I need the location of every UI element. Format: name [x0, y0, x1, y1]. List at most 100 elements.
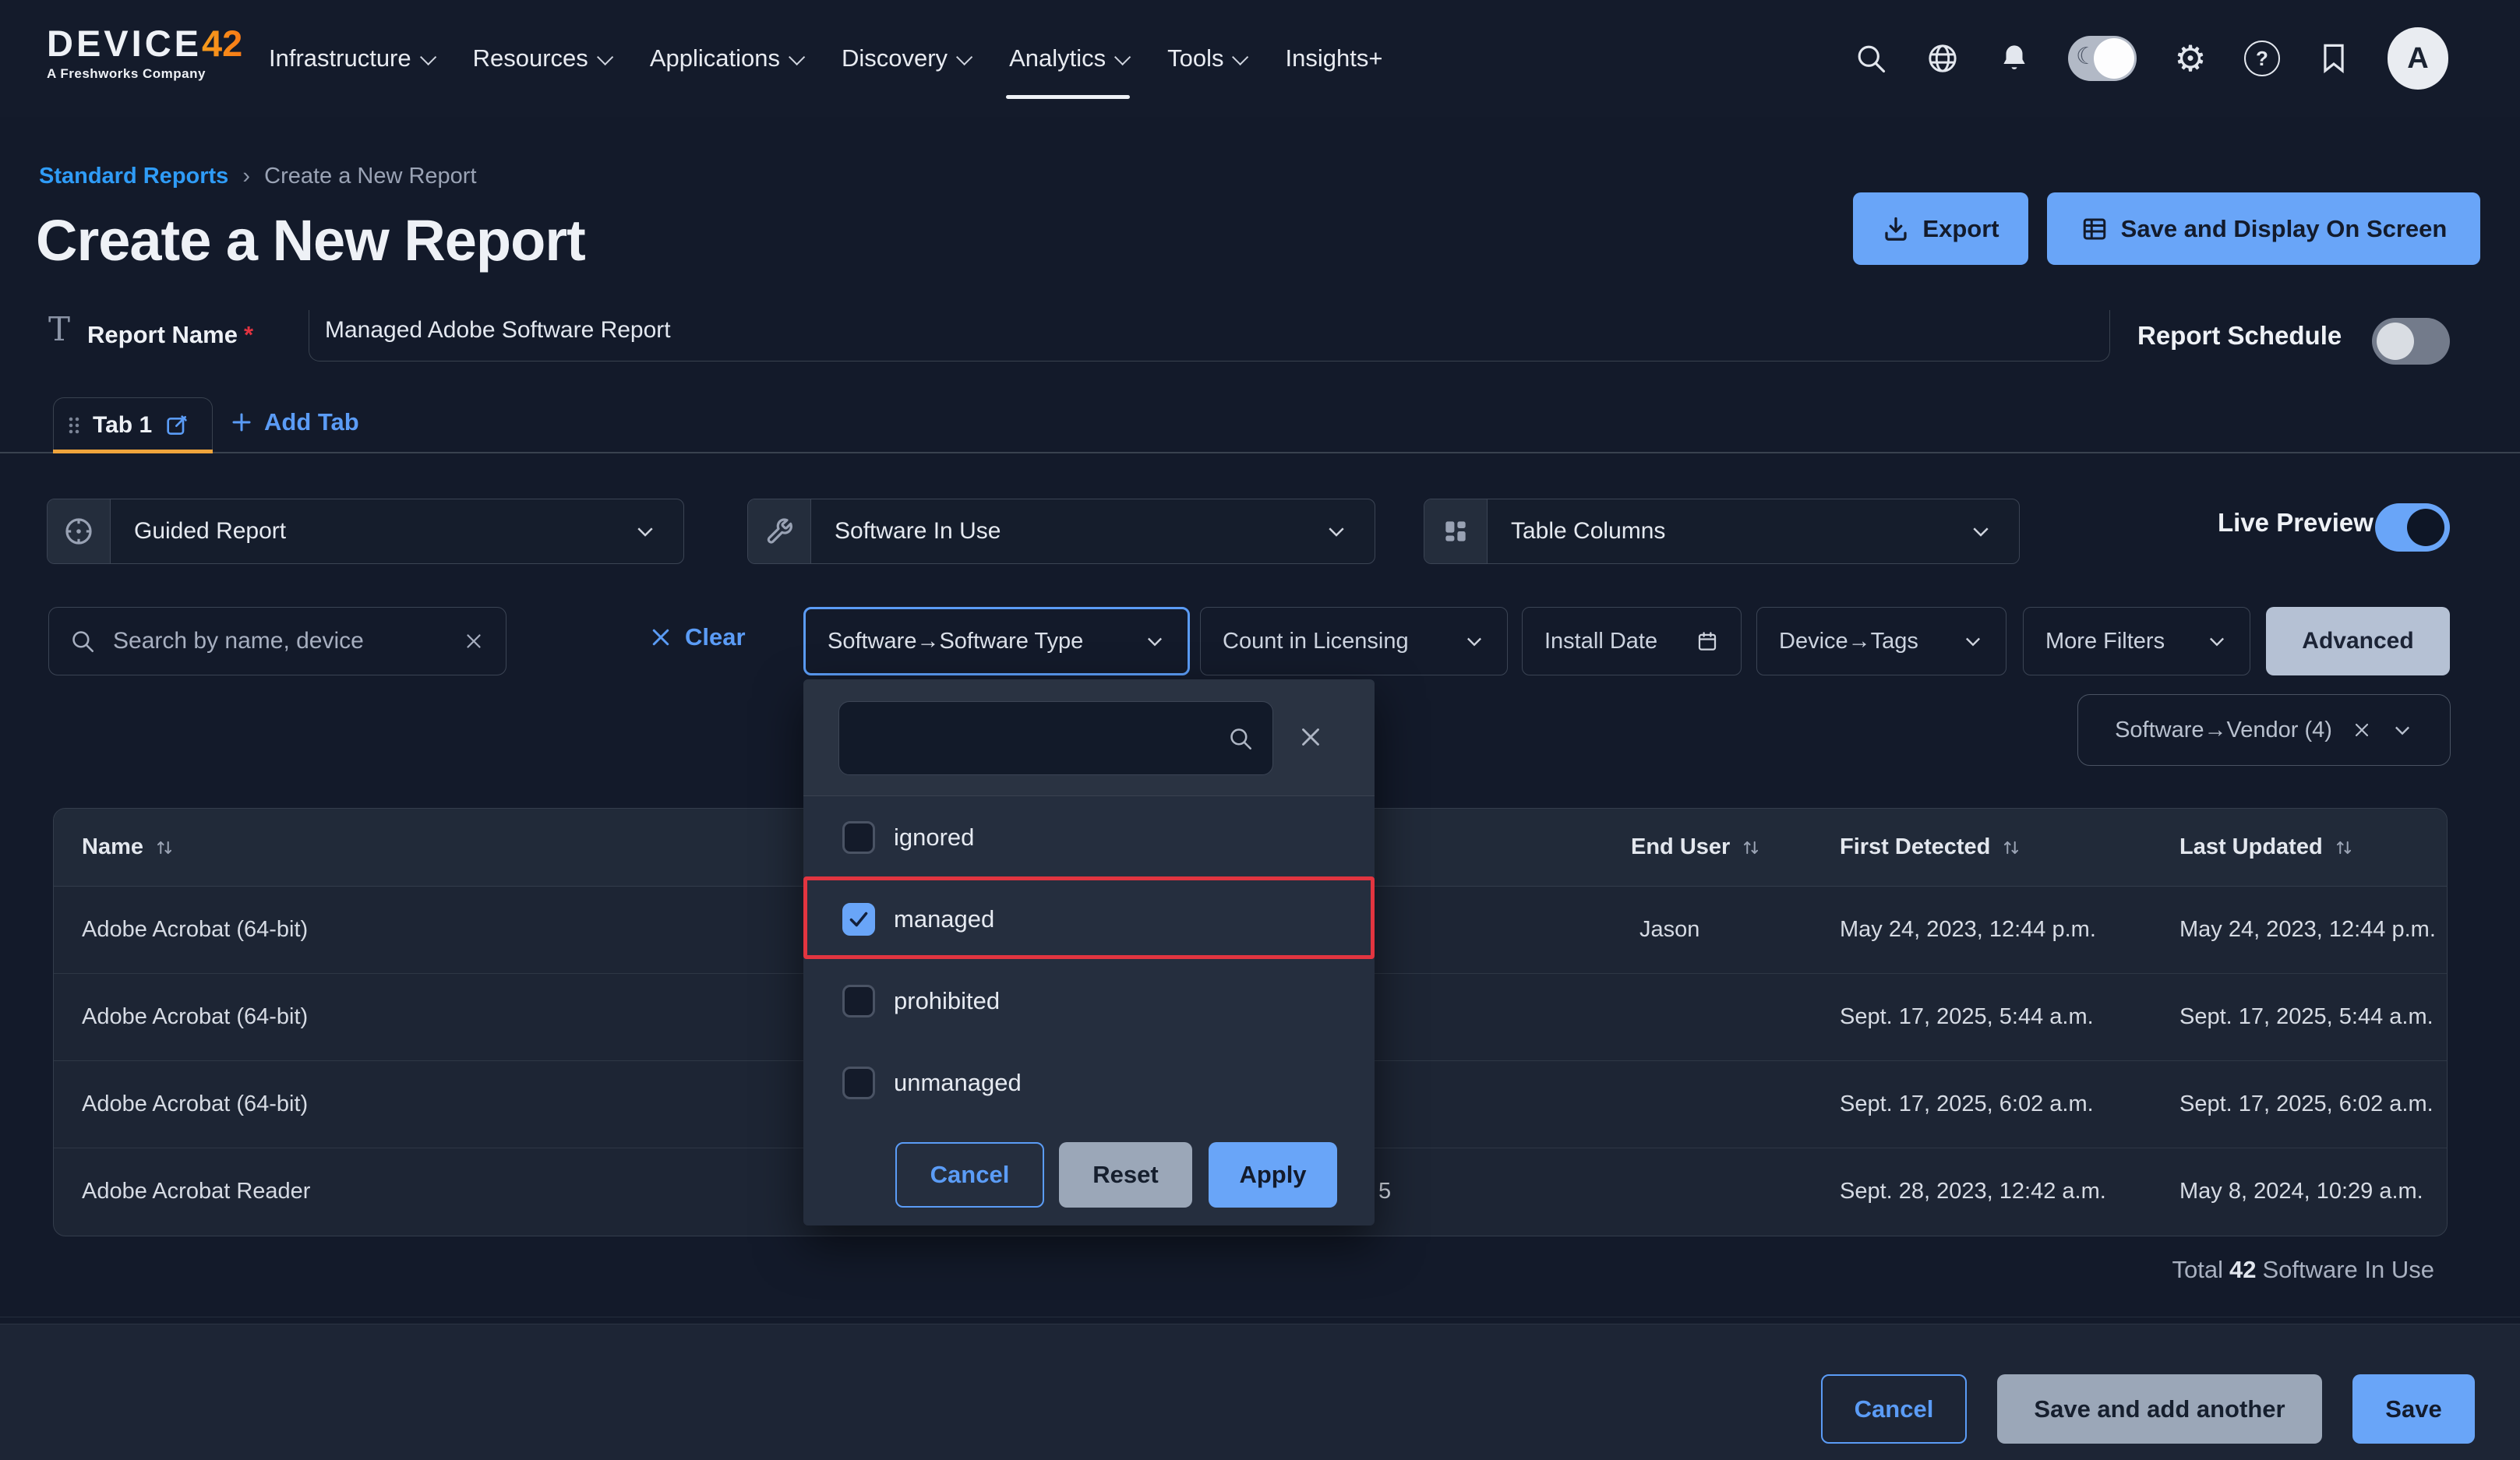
- close-dropdown-icon[interactable]: [1296, 722, 1325, 752]
- filter-more-filters[interactable]: More Filters: [2023, 607, 2250, 675]
- chevron-down-icon: [634, 499, 683, 563]
- report-name-label: Report Name*: [87, 321, 253, 349]
- column-header-name[interactable]: Name: [82, 809, 175, 886]
- chevron-down-icon: [420, 48, 436, 65]
- filter-device-tags[interactable]: Device→Tags: [1756, 607, 2006, 675]
- add-tab-button[interactable]: Add Tab: [230, 408, 359, 436]
- live-preview-toggle[interactable]: [2375, 503, 2450, 552]
- report-schedule-label: Report Schedule: [2137, 321, 2342, 351]
- brand-logo[interactable]: DEVICE42 A Freshworks Company: [47, 22, 242, 82]
- calendar-icon: [1696, 629, 1719, 653]
- checkbox-unchecked[interactable]: [842, 821, 875, 854]
- total-count-text: Total42Software In Use: [2172, 1256, 2434, 1284]
- checkbox-checked[interactable]: [842, 903, 875, 936]
- advanced-filters-button[interactable]: Advanced: [2266, 607, 2450, 675]
- filter-install-date[interactable]: Install Date: [1522, 607, 1742, 675]
- nav-item-analytics[interactable]: Analytics: [1009, 44, 1127, 72]
- logo-number: 42: [202, 22, 242, 65]
- rename-tab-icon[interactable]: [164, 413, 189, 438]
- clear-filters-button[interactable]: Clear: [649, 623, 746, 651]
- settings-gear-icon[interactable]: ⚙: [2172, 41, 2208, 76]
- search-icon: [69, 628, 96, 654]
- search-icon[interactable]: [1853, 41, 1889, 76]
- column-header-last-updated[interactable]: Last Updated: [2179, 809, 2354, 886]
- option-ignored[interactable]: ignored: [803, 796, 1375, 878]
- drag-handle-icon[interactable]: [68, 415, 80, 436]
- data-source-select[interactable]: Software In Use: [747, 499, 1375, 564]
- export-button[interactable]: Export: [1853, 192, 2028, 265]
- cell-partially-hidden-value: 5: [1378, 1148, 1391, 1235]
- report-type-select[interactable]: Guided Report: [47, 499, 684, 564]
- sort-icon[interactable]: [2334, 838, 2354, 858]
- chevron-down-icon: [1463, 630, 1485, 652]
- logo-text: DEVICE: [47, 22, 202, 65]
- sort-icon[interactable]: [1741, 838, 1761, 858]
- save-and-display-button[interactable]: Save and Display On Screen: [2047, 192, 2480, 265]
- nav-item-discovery[interactable]: Discovery: [842, 44, 969, 72]
- filter-software-type[interactable]: Software→Software Type: [803, 607, 1190, 675]
- report-name-input[interactable]: [309, 310, 2110, 361]
- table-icon: [2081, 215, 2109, 243]
- breadcrumb-standard-reports[interactable]: Standard Reports: [39, 164, 228, 189]
- bookmark-icon[interactable]: [2316, 41, 2352, 76]
- option-unmanaged[interactable]: unmanaged: [803, 1042, 1375, 1123]
- cell-name: Adobe Acrobat (64-bit): [82, 1061, 308, 1148]
- cell-first-detected: Sept. 17, 2025, 5:44 a.m.: [1840, 974, 2094, 1060]
- download-icon: [1882, 215, 1910, 243]
- table-columns-icon: [1424, 499, 1488, 563]
- nav-item-tools[interactable]: Tools: [1167, 44, 1244, 72]
- dropdown-search-input[interactable]: [858, 725, 1227, 753]
- option-prohibited[interactable]: prohibited: [803, 960, 1375, 1042]
- nav-item-infrastructure[interactable]: Infrastructure: [269, 44, 432, 72]
- clear-search-icon[interactable]: [462, 629, 485, 653]
- chevron-down-icon: [1325, 499, 1375, 563]
- dropdown-apply-button[interactable]: Apply: [1209, 1142, 1337, 1208]
- report-schedule-toggle[interactable]: [2372, 318, 2450, 365]
- dropdown-search-box[interactable]: [838, 701, 1273, 775]
- remove-chip-icon[interactable]: [2351, 719, 2373, 741]
- software-type-dropdown-panel: ignored managed prohibited unmanaged Can…: [803, 679, 1375, 1225]
- cell-last-updated: Sept. 17, 2025, 6:02 a.m.: [2179, 1061, 2448, 1148]
- breadcrumb-separator: ›: [242, 164, 250, 189]
- view-type-select[interactable]: Table Columns: [1424, 499, 2020, 564]
- chevron-down-icon: [1962, 630, 1984, 652]
- user-avatar[interactable]: A: [2388, 27, 2448, 90]
- tab-1[interactable]: Tab 1: [53, 397, 213, 453]
- vendor-filter-chip[interactable]: Software→Vendor (4): [2077, 694, 2451, 766]
- help-icon[interactable]: ?: [2244, 41, 2280, 76]
- nav-item-resources[interactable]: Resources: [473, 44, 609, 72]
- footer-save-add-another-button[interactable]: Save and add another: [1997, 1374, 2322, 1444]
- cell-first-detected: Sept. 17, 2025, 6:02 a.m.: [1840, 1061, 2094, 1148]
- nav-item-insights[interactable]: Insights+: [1285, 44, 1382, 72]
- page-title: Create a New Report: [36, 207, 585, 273]
- dropdown-cancel-button[interactable]: Cancel: [895, 1142, 1044, 1208]
- filter-count-in-licensing[interactable]: Count in Licensing: [1200, 607, 1508, 675]
- footer-save-button[interactable]: Save: [2352, 1374, 2475, 1444]
- total-count-value: 42: [2229, 1256, 2256, 1283]
- x-icon: [649, 626, 672, 649]
- device42-app: DEVICE42 A Freshworks Company Infrastruc…: [0, 0, 2520, 1460]
- checkbox-unchecked[interactable]: [842, 1067, 875, 1099]
- footer-cancel-button[interactable]: Cancel: [1821, 1374, 1967, 1444]
- option-managed[interactable]: managed: [803, 878, 1375, 960]
- column-header-first-detected[interactable]: First Detected: [1840, 809, 2021, 886]
- theme-toggle[interactable]: ☾: [2068, 36, 2137, 81]
- notifications-bell-icon[interactable]: [1996, 41, 2032, 76]
- cell-name: Adobe Acrobat Reader: [82, 1148, 310, 1235]
- report-type-value: Guided Report: [111, 499, 634, 563]
- topbar-icons: ☾ ⚙ ? A: [1853, 0, 2448, 117]
- dropdown-search-section: [803, 679, 1375, 796]
- table-search-box[interactable]: [48, 607, 506, 675]
- nav-item-applications[interactable]: Applications: [650, 44, 801, 72]
- text-field-icon: T: [48, 310, 70, 348]
- footer-action-bar: Cancel Save and add another Save: [0, 1324, 2520, 1460]
- tab-1-label: Tab 1: [93, 412, 152, 439]
- sort-icon[interactable]: [154, 838, 175, 858]
- dropdown-reset-button[interactable]: Reset: [1059, 1142, 1192, 1208]
- chevron-down-icon: [1114, 48, 1131, 65]
- checkbox-unchecked[interactable]: [842, 985, 875, 1017]
- search-input[interactable]: [111, 627, 446, 655]
- globe-icon[interactable]: [1925, 41, 1961, 76]
- sort-icon[interactable]: [2001, 838, 2021, 858]
- column-header-end-user[interactable]: End User: [1631, 809, 1761, 886]
